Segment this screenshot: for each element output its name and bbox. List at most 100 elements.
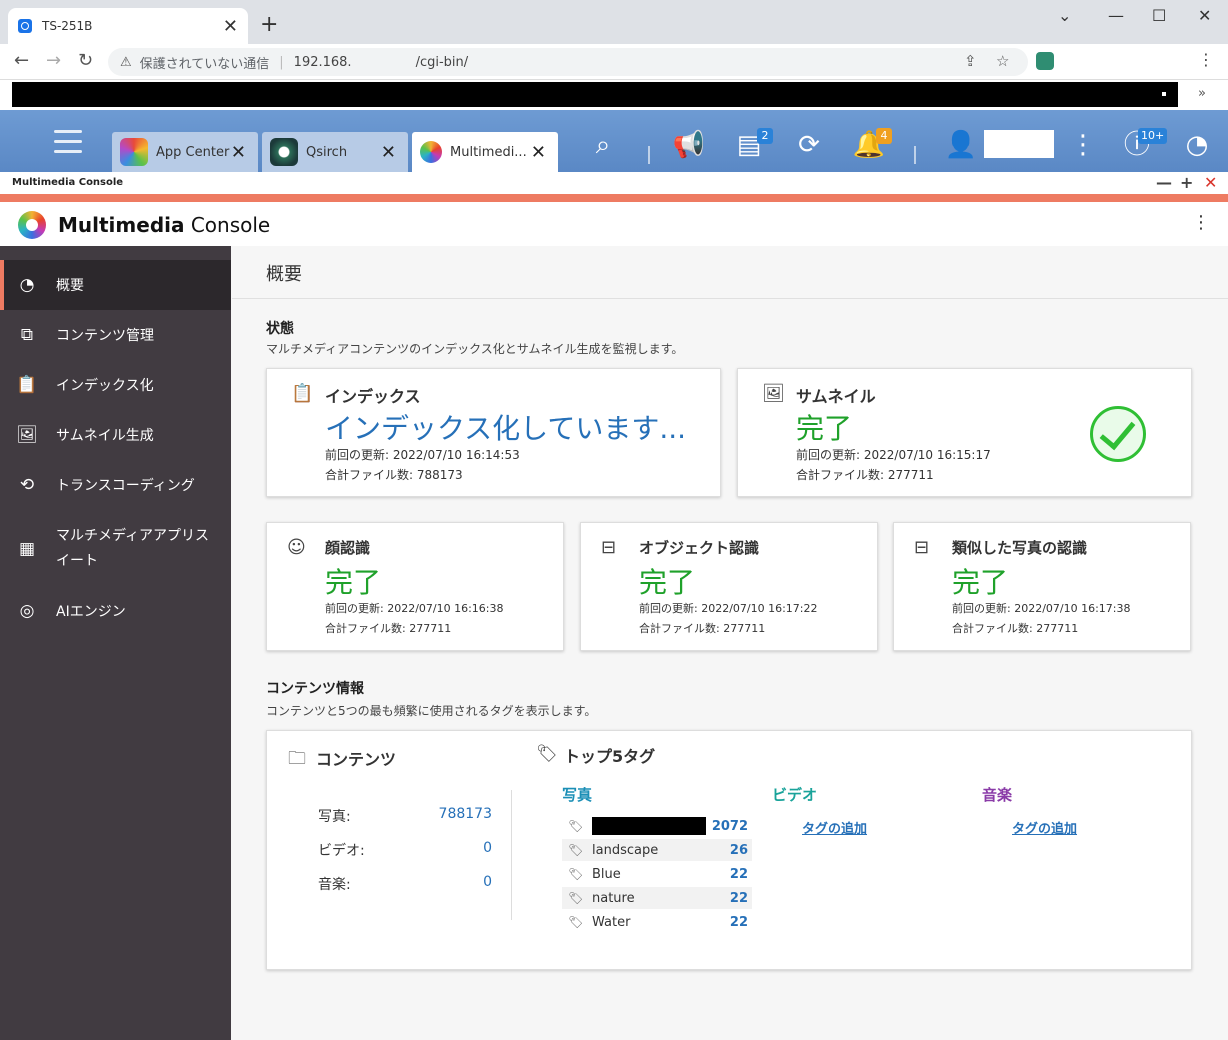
- sidebar-item-label: コンテンツ管理: [56, 328, 154, 344]
- checkmark-icon: [1090, 406, 1146, 462]
- sync-icon[interactable]: ⟳: [792, 128, 826, 162]
- announcement-icon[interactable]: 📢: [672, 128, 706, 162]
- search-icon[interactable]: ⌕: [586, 128, 620, 162]
- clipboard-icon: 📋: [291, 383, 314, 404]
- window-maximize-icon[interactable]: +: [1180, 173, 1193, 192]
- browser-tab[interactable]: TS-251B ✕: [8, 8, 248, 44]
- tag-count: 2072: [711, 818, 748, 834]
- indexing-updated: 前回の更新: 2022/07/10 16:14:53: [325, 448, 520, 462]
- sidebar-item-thumbnail[interactable]: 🖼 サムネイル生成: [0, 410, 231, 460]
- qnap-favicon-icon: [18, 19, 32, 33]
- bookmarks-overflow-icon[interactable]: »: [1198, 86, 1206, 101]
- share-icon[interactable]: ⇪: [964, 52, 977, 70]
- qsirch-icon: [270, 138, 298, 166]
- sidebar-item-label: トランスコーディング: [56, 478, 195, 494]
- tag-count: 26: [729, 842, 748, 858]
- address-bar[interactable]: ⚠ 保護されていない通信 | 192.168. /cgi-bin/: [108, 48, 1028, 76]
- top-tags-title: トップ5タグ: [564, 747, 656, 766]
- main-menu-icon[interactable]: [54, 130, 82, 154]
- indexing-title: インデックス: [325, 387, 421, 406]
- tag-row[interactable]: 🏷 landscape 26: [562, 839, 752, 861]
- tag-name: landscape: [592, 842, 659, 858]
- tags-icon: 🏷: [536, 744, 558, 764]
- user-icon[interactable]: 👤: [944, 128, 978, 162]
- tag-count: 22: [729, 890, 748, 906]
- box-icon: ⊟: [601, 537, 617, 558]
- sidebar-item-label-line2: イート: [56, 553, 98, 569]
- grid-icon: ▦: [18, 539, 36, 559]
- tab-multimedia-label: Multimedi...: [450, 144, 527, 160]
- similar-updated: 前回の更新: 2022/07/10 16:17:38: [952, 602, 1131, 615]
- sidebar-item-content-management[interactable]: ⧉ コンテンツ管理: [0, 310, 231, 360]
- thumbnail-files: 合計ファイル数: 277711: [796, 468, 934, 482]
- indexing-files: 合計ファイル数: 788173: [325, 468, 463, 482]
- close-window-icon[interactable]: ✕: [1198, 6, 1211, 25]
- tag-count: 22: [729, 866, 748, 882]
- sidebar-item-multimedia-suite[interactable]: ▦ マルチメディアアプリス イート: [0, 510, 231, 570]
- face-files: 合計ファイル数: 277711: [325, 622, 452, 635]
- tag-category-music: 音楽: [982, 786, 1013, 804]
- count-value-video: 0: [483, 840, 492, 856]
- tag-name: Water: [592, 914, 631, 930]
- thumbnail-updated: 前回の更新: 2022/07/10 16:15:17: [796, 448, 991, 462]
- tab-qsirch[interactable]: Qsirch ✕: [262, 132, 408, 172]
- close-tab-icon[interactable]: ✕: [531, 142, 546, 163]
- bookmarks-bar: [0, 80, 1228, 110]
- dashboard-gauge-icon[interactable]: ◔: [1180, 128, 1214, 162]
- indexing-state: インデックス化しています...: [325, 412, 687, 445]
- tag-icon: 🏷: [568, 891, 584, 905]
- bookmark-star-icon[interactable]: ☆: [996, 52, 1009, 70]
- extension-icon[interactable]: [1036, 52, 1054, 70]
- tag-icon: 🏷: [568, 915, 584, 929]
- back-icon[interactable]: ←: [14, 50, 29, 71]
- close-tab-icon[interactable]: ✕: [223, 16, 238, 37]
- count-label-video: ビデオ:: [318, 843, 365, 859]
- tag-name: Blue: [592, 866, 621, 882]
- tag-row[interactable]: 🏷 nature 22: [562, 887, 752, 909]
- maximize-icon[interactable]: ☐: [1152, 6, 1166, 25]
- object-title: オブジェクト認識: [639, 539, 760, 557]
- smiley-icon: ☺: [287, 537, 306, 558]
- accent-stripe: [0, 194, 1228, 202]
- new-tab-icon[interactable]: +: [260, 12, 278, 37]
- window-close-icon[interactable]: ✕: [1204, 173, 1217, 192]
- close-tab-icon[interactable]: ✕: [381, 142, 396, 163]
- security-label: 保護されていない通信: [139, 56, 270, 72]
- username-redacted[interactable]: [984, 130, 1054, 158]
- minimize-icon[interactable]: —: [1108, 6, 1124, 25]
- tag-row[interactable]: 🏷 Blue 22: [562, 863, 752, 885]
- url-host: 192.168.: [293, 54, 352, 70]
- object-updated: 前回の更新: 2022/07/10 16:17:22: [639, 602, 818, 615]
- content-info-description: コンテンツと5つの最も頻繁に使用されるタグを表示します。: [266, 704, 597, 718]
- sidebar-item-transcoding[interactable]: ⟲ トランスコーディング: [0, 460, 231, 510]
- multimedia-icon: [420, 141, 442, 163]
- close-tab-icon[interactable]: ✕: [231, 142, 246, 163]
- tab-search-icon[interactable]: ⌄: [1058, 6, 1071, 25]
- indexing-card: 📋 インデックス インデックス化しています... 前回の更新: 2022/07/…: [266, 368, 721, 497]
- count-value-music: 0: [483, 874, 492, 890]
- tab-multimedia[interactable]: Multimedi... ✕: [412, 132, 558, 172]
- similar-files: 合計ファイル数: 277711: [952, 622, 1079, 635]
- tag-row[interactable]: 🏷 Water 22: [562, 911, 752, 933]
- add-video-tag-link[interactable]: タグの追加: [802, 818, 867, 837]
- multimedia-console-logo: [18, 211, 46, 239]
- count-label-music: 音楽:: [318, 877, 351, 893]
- sidebar-item-label: AIエンジン: [56, 604, 126, 620]
- app-more-icon[interactable]: ⋮: [1192, 212, 1210, 233]
- sidebar-item-label: マルチメディアアプリス: [56, 528, 210, 544]
- more-options-icon[interactable]: ⋮: [1066, 128, 1100, 162]
- tag-row[interactable]: 🏷 2072: [562, 815, 752, 837]
- tab-app-center[interactable]: App Center ✕: [112, 132, 258, 172]
- window-minimize-icon[interactable]: —: [1156, 173, 1172, 192]
- sidebar-item-indexing[interactable]: 📋 インデックス化: [0, 360, 231, 410]
- forward-icon[interactable]: →: [46, 50, 61, 71]
- add-music-tag-link[interactable]: タグの追加: [1012, 818, 1077, 837]
- tag-name-redacted: [592, 817, 706, 835]
- window-title: Multimedia Console: [0, 172, 1228, 194]
- browser-menu-icon[interactable]: ⋮: [1198, 50, 1214, 69]
- status-description: マルチメディアコンテンツのインデックス化とサムネイル生成を監視します。: [266, 342, 684, 356]
- reload-icon[interactable]: ↻: [78, 50, 93, 71]
- warning-icon: ⚠: [120, 54, 132, 70]
- sidebar-item-ai-engine[interactable]: ◎ AIエンジン: [0, 586, 231, 636]
- sidebar-item-overview[interactable]: ◔ 概要: [0, 260, 231, 310]
